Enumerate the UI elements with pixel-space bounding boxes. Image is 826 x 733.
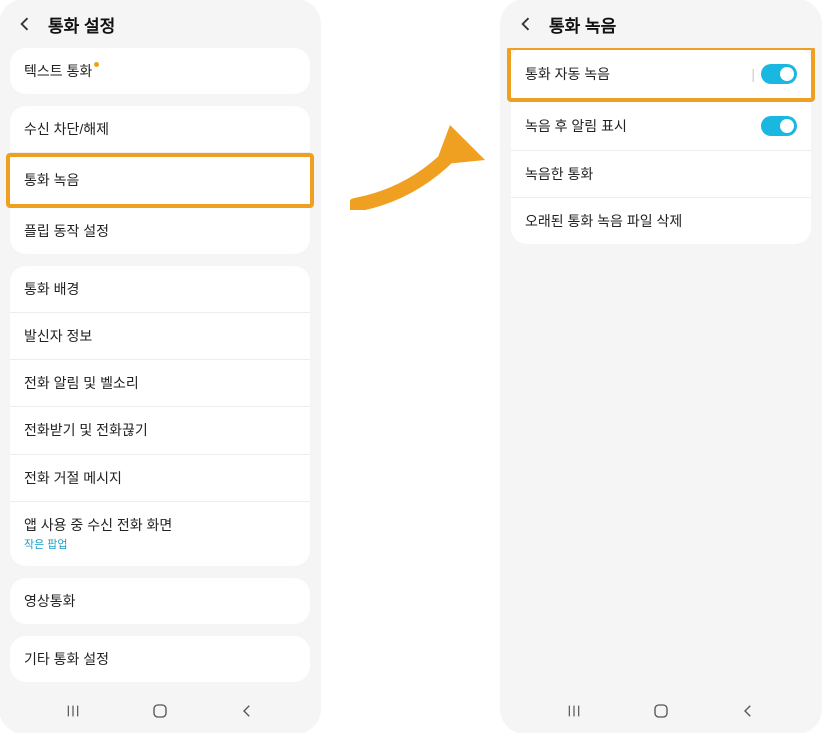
header: 통화 설정 [0,0,320,48]
arrow-icon [350,120,500,210]
divider-icon: | [751,66,755,82]
setting-label: 수신 차단/해제 [24,120,109,138]
new-badge-icon [94,62,99,67]
setting-label: 영상통화 [24,592,76,610]
setting-label: 기타 통화 설정 [24,650,109,668]
back-icon[interactable] [515,13,537,35]
setting-notify-after-record[interactable]: 녹음 후 알림 표시 [511,102,811,151]
setting-label: 녹음 후 알림 표시 [525,117,627,135]
highlighted-setting: 통화 녹음 [6,153,314,207]
highlighted-setting: 통화 자동 녹음 | [507,48,815,102]
setting-sublabel: 작은 팝업 [24,536,172,552]
setting-label: 발신자 정보 [24,327,92,345]
setting-label: 전화 알림 및 벨소리 [24,374,139,392]
page-title: 통화 설정 [48,12,115,37]
settings-list: 텍스트 통화 수신 차단/해제 통화 녹음 플립 동작 설정 [0,48,320,689]
settings-group: 영상통화 [10,578,310,624]
back-nav-icon[interactable] [736,699,760,723]
home-icon[interactable] [649,699,673,723]
page-title: 통화 녹음 [549,12,616,37]
header: 통화 녹음 [501,0,821,48]
toggle-on-icon[interactable] [761,64,797,84]
setting-answer-end[interactable]: 전화받기 및 전화끊기 [10,407,310,454]
setting-auto-record[interactable]: 통화 자동 녹음 | [511,50,811,98]
setting-delete-old-recordings[interactable]: 오래된 통화 녹음 파일 삭제 [511,198,811,244]
setting-label: 통화 배경 [24,280,79,298]
setting-other-call[interactable]: 기타 통화 설정 [10,636,310,682]
setting-alerts-ringtones[interactable]: 전화 알림 및 벨소리 [10,360,310,407]
setting-label: 플립 동작 설정 [24,222,109,240]
settings-group: 기타 통화 설정 [10,636,310,682]
setting-call-background[interactable]: 통화 배경 [10,266,310,313]
setting-label: 앱 사용 중 수신 전화 화면 [24,516,172,534]
home-icon[interactable] [148,699,172,723]
recents-icon[interactable] [562,699,586,723]
phone-screen-right: 통화 녹음 통화 자동 녹음 | 녹음 후 알림 표시 [501,0,821,733]
setting-label: 통화 녹음 [24,171,79,189]
setting-text-call[interactable]: 텍스트 통화 [10,48,310,94]
setting-incoming-while-app[interactable]: 앱 사용 중 수신 전화 화면 작은 팝업 [10,502,310,566]
setting-video-call[interactable]: 영상통화 [10,578,310,624]
setting-label: 녹음한 통화 [525,165,593,183]
settings-group: 통화 배경 발신자 정보 전화 알림 및 벨소리 전화받기 및 전화끊기 전화 … [10,266,310,566]
toggle-on-icon[interactable] [761,116,797,136]
setting-label: 텍스트 통화 [24,63,92,79]
setting-label: 통화 자동 녹음 [525,65,610,83]
setting-label: 전화받기 및 전화끊기 [24,421,148,439]
settings-group: 수신 차단/해제 통화 녹음 플립 동작 설정 [10,106,310,254]
settings-group: 통화 자동 녹음 | 녹음 후 알림 표시 녹음한 통화 오래된 통화 녹음 [511,48,811,244]
setting-flip-action[interactable]: 플립 동작 설정 [10,208,310,254]
back-icon[interactable] [14,13,36,35]
setting-block-unblock[interactable]: 수신 차단/해제 [10,106,310,153]
nav-bar [501,689,821,733]
settings-group: 텍스트 통화 [10,48,310,94]
setting-label: 전화 거절 메시지 [24,469,122,487]
setting-label: 오래된 통화 녹음 파일 삭제 [525,212,682,230]
settings-list: 통화 자동 녹음 | 녹음 후 알림 표시 녹음한 통화 오래된 통화 녹음 [501,48,821,689]
setting-recorded-calls[interactable]: 녹음한 통화 [511,151,811,198]
setting-reject-message[interactable]: 전화 거절 메시지 [10,455,310,502]
setting-call-recording[interactable]: 통화 녹음 [10,157,310,203]
back-nav-icon[interactable] [235,699,259,723]
recents-icon[interactable] [61,699,85,723]
setting-caller-info[interactable]: 발신자 정보 [10,313,310,360]
nav-bar [0,689,320,733]
phone-screen-left: 통화 설정 텍스트 통화 수신 차단/해제 통화 녹음 [0,0,320,733]
